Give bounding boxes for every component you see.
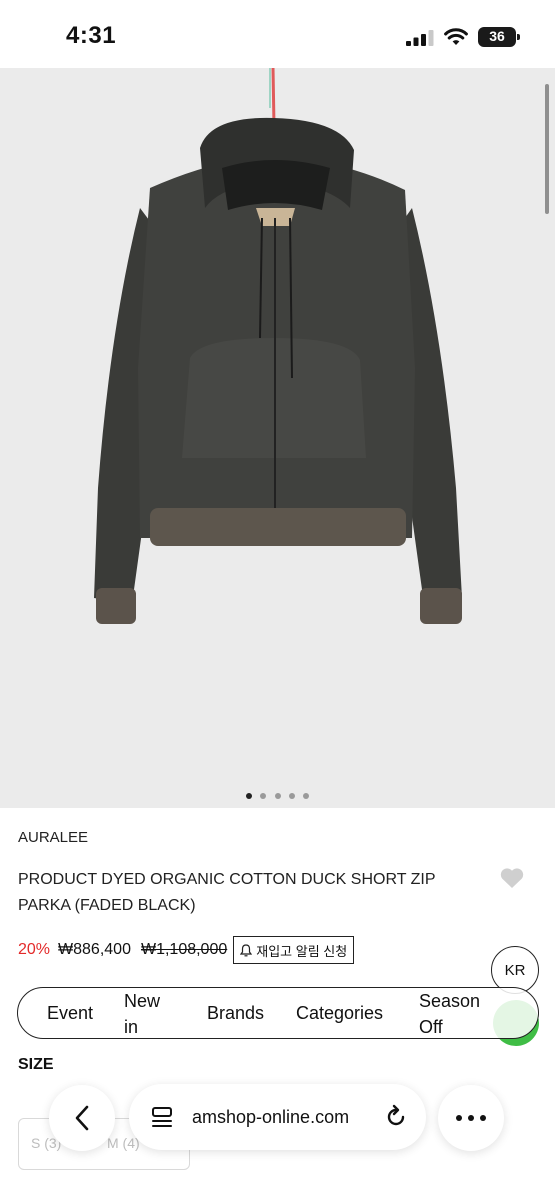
price-row: 20% ₩886,400 ₩1,108,000 재입고 알림 신청 (18, 936, 355, 964)
carousel-dot[interactable] (260, 793, 267, 799)
status-time: 4:31 (66, 22, 117, 49)
image-carousel-dots[interactable] (0, 786, 555, 799)
nav-event[interactable]: Event (47, 1000, 93, 1026)
original-price: ₩1,108,000 (140, 941, 228, 958)
product-title: PRODUCT DYED ORGANIC COTTON DUCK SHORT Z… (18, 871, 436, 914)
nav-season-off[interactable]: Season Off (419, 988, 499, 1040)
jacket-photo (94, 68, 462, 624)
discount-rate: 20% (18, 941, 51, 958)
more-icon (456, 1115, 486, 1121)
reload-icon[interactable] (383, 1104, 409, 1130)
page-scroll-indicator (545, 84, 549, 214)
tabs-icon[interactable] (151, 1106, 175, 1130)
carousel-dot[interactable] (274, 793, 281, 799)
size-label: SIZE (18, 1056, 54, 1073)
nav-brands[interactable]: Brands (207, 1000, 264, 1026)
category-nav: Event New in Brands Categories Season Of… (17, 987, 539, 1039)
restock-alert-button[interactable]: 재입고 알림 신청 (233, 936, 355, 964)
signal-icon (406, 30, 434, 46)
status-bar: 4:31 36 (0, 0, 555, 68)
nav-categories[interactable]: Categories (296, 1000, 383, 1026)
brand-name[interactable]: AURALEE (18, 829, 88, 846)
sale-price: ₩886,400 (58, 941, 131, 958)
wifi-icon (444, 28, 468, 45)
address-bar[interactable]: amshop-online.com (129, 1084, 426, 1150)
battery-icon: 36 (478, 27, 520, 47)
url-text[interactable]: amshop-online.com (192, 1107, 349, 1128)
back-icon (75, 1105, 89, 1131)
back-button[interactable] (49, 1085, 115, 1151)
size-option-label: M (4) (107, 1135, 140, 1151)
restock-alert-label: 재입고 알림 신청 (256, 943, 348, 959)
bell-icon (240, 943, 253, 956)
heart-icon[interactable] (499, 866, 525, 890)
carousel-dot[interactable] (288, 793, 295, 799)
carousel-dot[interactable] (245, 793, 252, 799)
battery-level: 36 (489, 28, 505, 44)
more-button[interactable] (438, 1085, 504, 1151)
nav-new-in[interactable]: New in (124, 988, 172, 1040)
product-image[interactable] (0, 68, 555, 808)
